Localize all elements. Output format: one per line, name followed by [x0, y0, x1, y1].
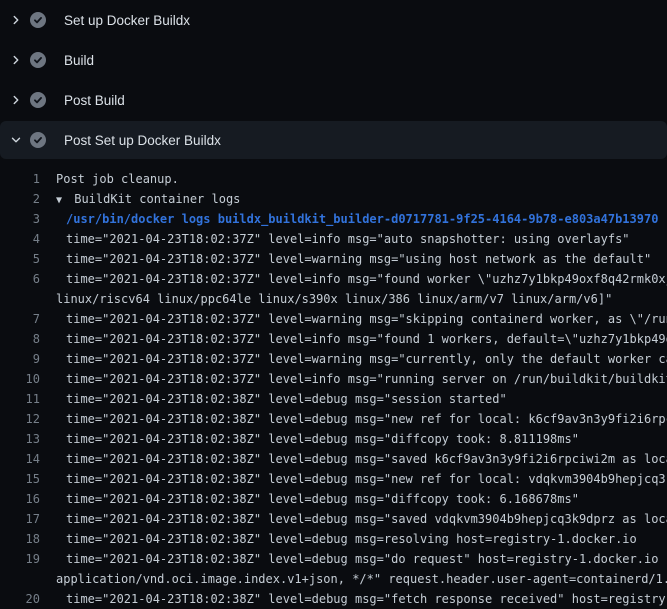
line-number[interactable]: 4	[0, 229, 40, 249]
step-row-post-set-up-docker-buildx[interactable]: Post Set up Docker Buildx	[0, 121, 667, 159]
log-text: time="2021-04-23T18:02:38Z" level=debug …	[56, 489, 667, 509]
log-text: time="2021-04-23T18:02:37Z" level=info m…	[56, 369, 667, 389]
chevron-down-icon[interactable]	[9, 133, 23, 147]
line-number[interactable]: 2	[0, 189, 40, 209]
log-line: 20 time="2021-04-23T18:02:38Z" level=debu…	[0, 589, 667, 609]
log-line-wrap: application/vnd.oci.image.index.v1+json,…	[0, 569, 667, 589]
line-number[interactable]: 13	[0, 429, 40, 449]
line-number[interactable]: 11	[0, 389, 40, 409]
line-number[interactable]: 8	[0, 329, 40, 349]
log-line: 17 time="2021-04-23T18:02:38Z" level=debu…	[0, 509, 667, 529]
log-text: time="2021-04-23T18:02:37Z" level=warnin…	[56, 349, 667, 369]
log-text[interactable]: ▼ BuildKit container logs	[56, 189, 667, 209]
check-circle-icon	[30, 92, 46, 108]
log-line: 4 time="2021-04-23T18:02:37Z" level=info …	[0, 229, 667, 249]
group-title: BuildKit container logs	[67, 192, 240, 206]
step-row-set-up-docker-buildx[interactable]: Set up Docker Buildx	[0, 0, 667, 40]
log-line: 9 time="2021-04-23T18:02:37Z" level=warni…	[0, 349, 667, 369]
log-line: 14 time="2021-04-23T18:02:38Z" level=debu…	[0, 449, 667, 469]
log-line: 7 time="2021-04-23T18:02:37Z" level=warni…	[0, 309, 667, 329]
log-line: 10 time="2021-04-23T18:02:37Z" level=info…	[0, 369, 667, 389]
step-list: Set up Docker Buildx Build Post Build Post …	[0, 0, 667, 159]
step-row-build[interactable]: Build	[0, 40, 667, 80]
step-label: Post Build	[64, 93, 125, 108]
log-line: 5 time="2021-04-23T18:02:37Z" level=warni…	[0, 249, 667, 269]
check-circle-icon	[30, 12, 46, 28]
chevron-right-icon[interactable]	[9, 93, 23, 107]
log-text: Post job cleanup.	[56, 169, 667, 189]
log-text: time="2021-04-23T18:02:38Z" level=debug …	[56, 389, 667, 409]
log-text: time="2021-04-23T18:02:37Z" level=info m…	[56, 229, 667, 249]
log-line: 13 time="2021-04-23T18:02:38Z" level=debu…	[0, 429, 667, 449]
log-line: 15 time="2021-04-23T18:02:38Z" level=debu…	[0, 469, 667, 489]
log-line: 2 ▼ BuildKit container logs	[0, 189, 667, 209]
line-number[interactable]: 9	[0, 349, 40, 369]
line-number[interactable]: 19	[0, 549, 40, 569]
line-number[interactable]: 10	[0, 369, 40, 389]
log-line: 12 time="2021-04-23T18:02:38Z" level=debu…	[0, 409, 667, 429]
log-line: 16 time="2021-04-23T18:02:38Z" level=debu…	[0, 489, 667, 509]
log-text: time="2021-04-23T18:02:38Z" level=debug …	[56, 509, 667, 529]
log-command-text: /usr/bin/docker logs buildx_buildkit_bui…	[56, 209, 667, 229]
log-line: 8 time="2021-04-23T18:02:37Z" level=info …	[0, 329, 667, 349]
log-text: time="2021-04-23T18:02:38Z" level=debug …	[56, 549, 667, 569]
log-text: time="2021-04-23T18:02:37Z" level=info m…	[56, 329, 667, 349]
log-text: time="2021-04-23T18:02:37Z" level=info m…	[56, 269, 667, 289]
line-number[interactable]: 17	[0, 509, 40, 529]
log-text: application/vnd.oci.image.index.v1+json,…	[56, 569, 667, 589]
log-line: 3/usr/bin/docker logs buildx_buildkit_bu…	[0, 209, 667, 229]
log-text: time="2021-04-23T18:02:38Z" level=debug …	[56, 589, 667, 609]
step-row-post-build[interactable]: Post Build	[0, 80, 667, 120]
line-number[interactable]: 12	[0, 409, 40, 429]
line-number[interactable]: 14	[0, 449, 40, 469]
log-text: time="2021-04-23T18:02:37Z" level=warnin…	[56, 309, 667, 329]
chevron-right-icon[interactable]	[9, 53, 23, 67]
group-caret-icon[interactable]: ▼	[56, 191, 67, 209]
log-text: time="2021-04-23T18:02:38Z" level=debug …	[56, 529, 667, 549]
log-line: 18 time="2021-04-23T18:02:38Z" level=debu…	[0, 529, 667, 549]
line-number[interactable]: 3	[0, 209, 40, 229]
log-line: 11 time="2021-04-23T18:02:38Z" level=debu…	[0, 389, 667, 409]
log-text: linux/riscv64 linux/ppc64le linux/s390x …	[56, 289, 667, 309]
step-label: Post Set up Docker Buildx	[64, 133, 221, 148]
line-number[interactable]: 7	[0, 309, 40, 329]
step-label: Set up Docker Buildx	[64, 13, 190, 28]
check-circle-icon	[30, 132, 46, 148]
line-number[interactable]: 18	[0, 529, 40, 549]
line-number[interactable]: 1	[0, 169, 40, 189]
log-text: time="2021-04-23T18:02:37Z" level=warnin…	[56, 249, 667, 269]
line-number[interactable]: 5	[0, 249, 40, 269]
line-number[interactable]: 15	[0, 469, 40, 489]
line-number[interactable]: 6	[0, 269, 40, 289]
line-number[interactable]: 20	[0, 589, 40, 609]
step-label: Build	[64, 53, 94, 68]
log-text: time="2021-04-23T18:02:38Z" level=debug …	[56, 409, 667, 429]
log-line: 6 time="2021-04-23T18:02:37Z" level=info …	[0, 269, 667, 289]
log-line: 1 Post job cleanup.	[0, 169, 667, 189]
check-circle-icon	[30, 52, 46, 68]
log-viewer: 1 Post job cleanup. 2 ▼ BuildKit container …	[0, 160, 667, 609]
log-line-wrap: linux/riscv64 linux/ppc64le linux/s390x …	[0, 289, 667, 309]
log-text: time="2021-04-23T18:02:38Z" level=debug …	[56, 449, 667, 469]
line-number[interactable]	[0, 569, 40, 589]
log-line: 19 time="2021-04-23T18:02:38Z" level=debu…	[0, 549, 667, 569]
line-number[interactable]: 16	[0, 489, 40, 509]
chevron-right-icon[interactable]	[9, 13, 23, 27]
actions-log-page: { "colors": { "background": "#0a0c10", "…	[0, 0, 667, 600]
log-text: time="2021-04-23T18:02:38Z" level=debug …	[56, 429, 667, 449]
log-text: time="2021-04-23T18:02:38Z" level=debug …	[56, 469, 667, 489]
line-number[interactable]	[0, 289, 40, 309]
